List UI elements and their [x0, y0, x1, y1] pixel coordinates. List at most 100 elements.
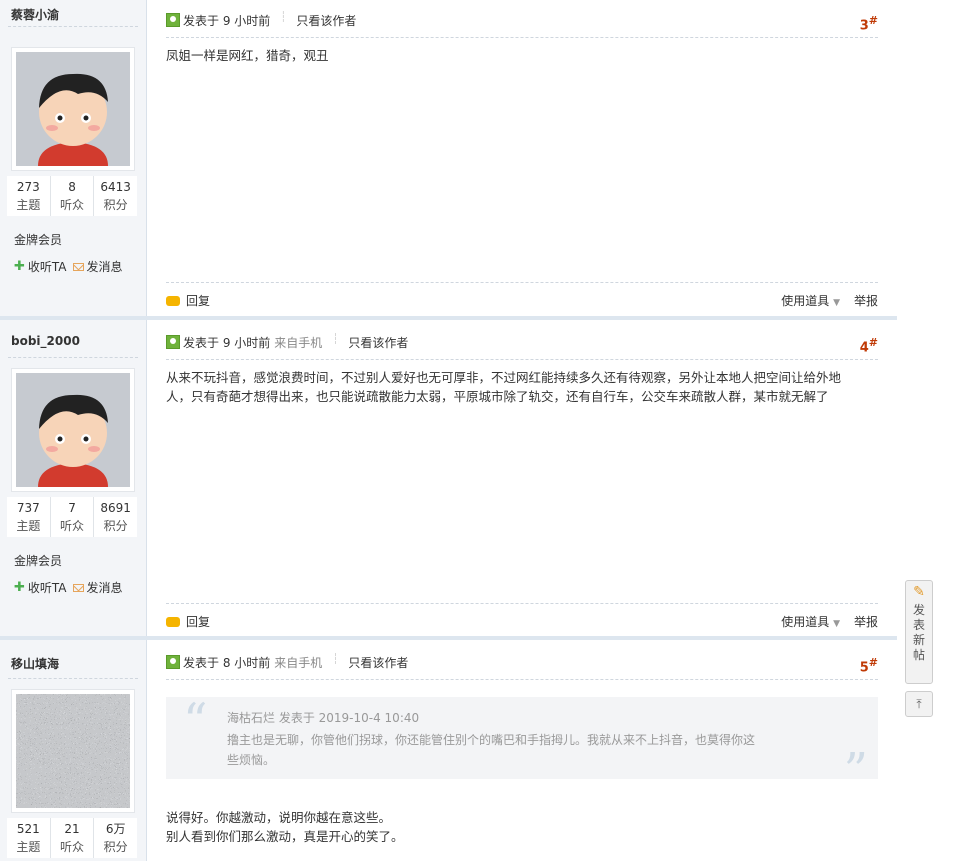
online-user-icon — [166, 335, 180, 349]
posted-label: 发表于 — [183, 656, 220, 670]
divider — [8, 678, 138, 679]
stat-points[interactable]: 6413 积分 — [94, 176, 137, 216]
plus-icon: ✚ — [14, 259, 25, 274]
mail-icon — [72, 262, 84, 271]
post-source: 来自手机 — [274, 336, 323, 350]
send-message-button[interactable]: 发消息 — [72, 258, 123, 275]
floor-number[interactable]: 3# — [860, 14, 878, 33]
author-stats: 273 主题 8 听众 6413 积分 — [7, 176, 137, 216]
stat-points[interactable]: 8691 积分 — [94, 497, 137, 537]
stat-points[interactable]: 6万 积分 — [94, 818, 137, 858]
avatar[interactable] — [11, 47, 135, 171]
reply-icon — [166, 295, 180, 306]
post-time: 9 小时前 — [222, 336, 271, 350]
quote-block: “ 海枯石烂 发表于 2019-10-4 10:40 撸主也是无聊，你管他们拐球… — [166, 693, 878, 795]
pipe-divider: ┆ — [332, 334, 339, 345]
post-content: 从来不玩抖音，感觉浪费时间，不过别人爱好也无可厚非，不过网红能持续多久还有待观察… — [166, 368, 878, 406]
post-tools: 使用道具 ▼ 举报 — [781, 292, 878, 309]
back-to-top-button[interactable]: ⤒ — [905, 691, 933, 717]
avatar[interactable] — [11, 689, 135, 813]
use-tools-menu[interactable]: 使用道具 ▼ — [781, 292, 840, 309]
content-line: 从来不玩抖音，感觉浪费时间，不过别人爱好也无可厚非，不过网红能持续多久还有待观察… — [166, 370, 842, 385]
content-line: 人，只有奇葩才想得出来，也只能说疏散能力太弱，平原城市除了轨交，还有自行车，公交… — [166, 389, 829, 404]
author-sidebar: 蔡蓉小渝 273 主题 8 听众 6413 积分 金牌会员 ✚ 收听TA 发消息 — [0, 0, 147, 316]
divider — [166, 282, 878, 283]
post-time: 8 小时前 — [222, 656, 271, 670]
plus-icon: ✚ — [14, 580, 25, 595]
post-floor-4: bobi_2000 737 主题 7 听众 8691 积分 金牌会员 ✚ 收听T… — [0, 320, 897, 637]
floating-toolbar: ✎ 发表新帖 ⤒ — [901, 578, 937, 718]
floor-number[interactable]: 4# — [860, 336, 878, 355]
only-author-link[interactable]: 只看该作者 — [348, 334, 408, 351]
post-header: 发表于 8 小时前 来自手机 ┆ 只看该作者 5# — [166, 654, 878, 680]
content-line: 凤姐一样是网红，猎奇，观丑 — [166, 48, 329, 63]
reply-button[interactable]: 回复 — [166, 613, 210, 630]
author-actions: ✚ 收听TA 发消息 — [14, 579, 123, 596]
quote-line: 些烦恼。 — [227, 753, 276, 767]
avatar-image — [16, 373, 130, 487]
follow-button[interactable]: ✚ 收听TA — [14, 258, 67, 275]
stat-listeners[interactable]: 8 听众 — [51, 176, 95, 216]
follow-button[interactable]: ✚ 收听TA — [14, 579, 67, 596]
online-user-icon — [166, 13, 180, 27]
only-author-link[interactable]: 只看该作者 — [296, 12, 356, 29]
post-header: 发表于 9 小时前 ┆ 只看该作者 3# — [166, 12, 878, 38]
posted-label: 发表于 — [183, 336, 220, 350]
post-content: 说得好。你越激动，说明你越在意这些。 别人看到你们那么激动，真是开心的笑了。 — [166, 808, 878, 846]
stat-listeners[interactable]: 7 听众 — [51, 497, 95, 537]
online-user-icon — [166, 655, 180, 669]
content-line: 别人看到你们那么激动，真是开心的笑了。 — [166, 829, 404, 844]
post-floor-3: 蔡蓉小渝 273 主题 8 听众 6413 积分 金牌会员 ✚ 收听TA 发消息… — [0, 0, 897, 316]
arrow-up-icon: ⤒ — [916, 697, 922, 711]
caret-down-icon: ▼ — [833, 619, 840, 629]
divider — [8, 357, 138, 358]
avatar[interactable] — [11, 368, 135, 492]
report-link[interactable]: 举报 — [854, 292, 878, 309]
quote-header: 海枯石烂 发表于 2019-10-4 10:40 — [227, 711, 420, 725]
stat-topics[interactable]: 273 主题 — [7, 176, 51, 216]
author-name[interactable]: bobi_2000 — [11, 334, 80, 348]
thread-page: 蔡蓉小渝 273 主题 8 听众 6413 积分 金牌会员 ✚ 收听TA 发消息… — [0, 0, 962, 861]
post-source: 来自手机 — [274, 656, 323, 670]
stat-topics[interactable]: 521 主题 — [7, 818, 51, 858]
user-rank[interactable]: 金牌会员 — [14, 552, 62, 569]
author-sidebar: bobi_2000 737 主题 7 听众 8691 积分 金牌会员 ✚ 收听T… — [0, 320, 147, 637]
user-rank[interactable]: 金牌会员 — [14, 231, 62, 248]
stat-topics[interactable]: 737 主题 — [7, 497, 51, 537]
author-actions: ✚ 收听TA 发消息 — [14, 258, 123, 275]
author-name[interactable]: 移山填海 — [11, 655, 59, 672]
only-author-link[interactable]: 只看该作者 — [348, 654, 408, 671]
author-stats: 521 主题 21 听众 6万 积分 — [7, 818, 137, 858]
quote-line: 撸主也是无聊，你管他们拐球，你还能管住别个的嘴巴和手指拇儿。我就从来不上抖音，也… — [227, 733, 756, 747]
post-header: 发表于 9 小时前 来自手机 ┆ 只看该作者 4# — [166, 334, 878, 360]
author-stats: 737 主题 7 听众 8691 积分 — [7, 497, 137, 537]
content-line: 说得好。你越激动，说明你越在意这些。 — [166, 810, 392, 825]
pencil-icon: ✎ — [913, 584, 925, 600]
reply-button[interactable]: 回复 — [166, 292, 210, 309]
stat-listeners[interactable]: 21 听众 — [51, 818, 95, 858]
divider — [166, 603, 878, 604]
use-tools-menu[interactable]: 使用道具 ▼ — [781, 613, 840, 630]
send-message-button[interactable]: 发消息 — [72, 579, 123, 596]
noise-avatar-graphic — [16, 694, 130, 808]
post-time: 9 小时前 — [222, 14, 271, 28]
avatar-image — [16, 694, 130, 808]
reply-icon — [166, 616, 180, 627]
new-post-button[interactable]: ✎ 发表新帖 — [905, 580, 933, 684]
open-quote-icon: “ — [183, 693, 208, 749]
post-tools: 使用道具 ▼ 举报 — [781, 613, 878, 630]
author-name[interactable]: 蔡蓉小渝 — [11, 6, 59, 23]
pipe-divider: ┆ — [332, 654, 339, 665]
mail-icon — [72, 583, 84, 592]
author-sidebar: 移山填海 521 主题 21 听众 6万 积分 — [0, 640, 147, 861]
avatar-image — [16, 52, 130, 166]
pipe-divider: ┆ — [280, 12, 287, 23]
close-quote-icon: ” — [843, 743, 868, 799]
post-content: 凤姐一样是网红，猎奇，观丑 — [166, 46, 878, 65]
posted-label: 发表于 — [183, 14, 220, 28]
quote-body: 撸主也是无聊，你管他们拐球，你还能管住别个的嘴巴和手指拇儿。我就从来不上抖音，也… — [227, 730, 807, 770]
floor-number[interactable]: 5# — [860, 656, 878, 675]
caret-down-icon: ▼ — [833, 298, 840, 308]
divider — [8, 26, 138, 27]
report-link[interactable]: 举报 — [854, 613, 878, 630]
